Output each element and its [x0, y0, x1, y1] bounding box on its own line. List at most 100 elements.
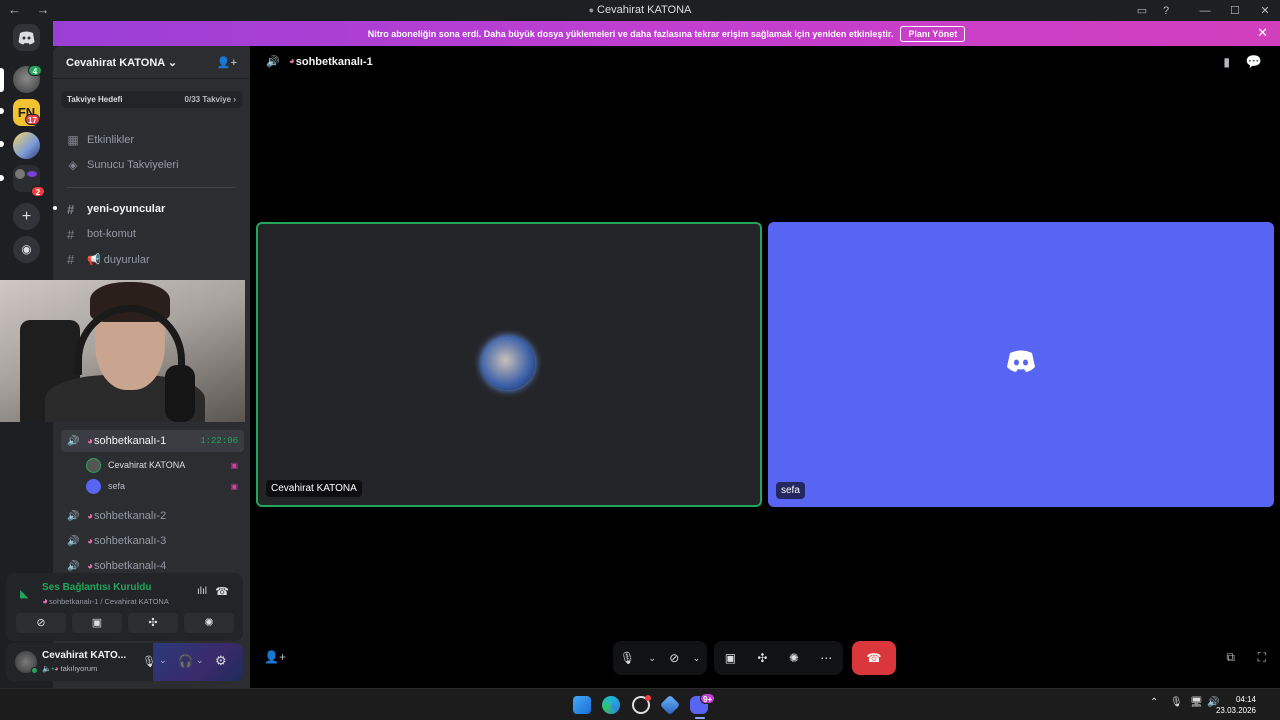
add-server-icon[interactable]: +	[13, 203, 40, 230]
edge-browser-icon[interactable]	[602, 696, 620, 714]
voice-user-cevahirat[interactable]: Cevahirat KATONA ▣	[86, 455, 244, 475]
boost-goal-label: Takviye Hedefi	[67, 95, 123, 104]
server-header[interactable]: Cevahirat KATONA ⌄ 👤+	[53, 46, 250, 79]
minimize-button[interactable]: —	[1190, 5, 1220, 17]
avatar	[86, 478, 101, 494]
clock-time: 04:14	[1235, 695, 1256, 704]
guild-badge-2: 2	[31, 186, 45, 197]
participant-name-label: sefa	[776, 482, 805, 499]
participant-tile-sefa[interactable]: sefa	[768, 222, 1274, 507]
text-channel-duyurular[interactable]: # 📢 duyurular	[61, 248, 244, 270]
voice-user-sefa[interactable]: sefa ▣	[86, 476, 244, 496]
activities-icon[interactable]: ✣	[757, 651, 767, 665]
maximize-button[interactable]: ☐	[1220, 4, 1250, 17]
network-icon[interactable]: 🖥	[1190, 697, 1203, 708]
calendar-icon: ▦	[67, 133, 79, 147]
channel-label: sohbetkanalı-4	[94, 560, 167, 572]
tray-microphone-icon[interactable]: 🎙	[1170, 697, 1183, 708]
participant-tile-cevahirat[interactable]: Cevahirat KATONA	[256, 222, 762, 507]
more-options-icon[interactable]: ⋯	[820, 651, 832, 665]
user-name[interactable]: Cevahirat KATO...	[42, 650, 126, 661]
window-title: ● Cevahirat KATONA	[0, 4, 1280, 16]
soundboard-button[interactable]: ✺	[184, 613, 234, 633]
activities-button[interactable]: ✣	[128, 613, 178, 633]
chevron-down-icon[interactable]: ⌄	[196, 655, 204, 666]
events-item[interactable]: ▦ Etkinlikler	[66, 131, 134, 149]
discord-home-icon[interactable]	[13, 24, 40, 51]
activity-control-group: ▣ ✣ ✺ ⋯	[714, 641, 843, 675]
bookmark-icon[interactable]: ▮	[1223, 55, 1230, 69]
soundboard-icon[interactable]: ✺	[789, 651, 799, 665]
channel-label: 📢 duyurular	[87, 253, 150, 266]
invite-people-icon[interactable]: 👤+	[217, 56, 237, 69]
server-name-text: Cevahirat KATONA	[66, 56, 165, 69]
clock-date: 23.03.2026	[1215, 706, 1256, 715]
inbox-icon[interactable]: ▭	[1130, 4, 1154, 17]
hashtag-icon: #	[67, 251, 75, 267]
manage-plan-button[interactable]: Planı Yönet	[900, 25, 966, 42]
speaker-icon: 🔈•	[42, 664, 54, 673]
explore-servers-icon[interactable]: ◉	[13, 236, 40, 263]
chevron-down-icon[interactable]: ⌄	[648, 653, 656, 664]
streaming-icon: ▣	[230, 481, 238, 491]
guild-badge-4: 4	[28, 65, 42, 76]
microphone-icon[interactable]: 🎙	[620, 651, 635, 665]
banner-text: Nitro aboneliğin sona erdi. Daha büyük d…	[367, 28, 894, 39]
chevron-down-icon[interactable]: ⌄	[693, 653, 701, 664]
discord-taskbar-badge: 9+	[700, 693, 716, 704]
chevron-down-icon: ⌄	[167, 56, 178, 69]
voice-channel-sohbetkanali-1[interactable]: 🔊 ◕ sohbetkanalı-1 1:22:06	[61, 430, 244, 452]
window-titlebar: ← → ● Cevahirat KATONA ▭ ? — ☐ ✕	[0, 0, 1280, 21]
boost-goal[interactable]: Takviye Hedefi 0/33 Takviye ›	[61, 91, 242, 108]
signal-icon[interactable]: ◣	[20, 587, 28, 600]
mic-control-group: 🎙 ⌄ ⊘ ⌄	[613, 641, 707, 675]
camera-off-icon[interactable]: ⊘	[669, 651, 679, 665]
emoji-icon: ◕	[53, 664, 59, 673]
cube-app-icon[interactable]	[659, 694, 681, 716]
screen-share-icon[interactable]: ▣	[725, 651, 736, 665]
window-title-text: Cevahirat KATONA	[597, 4, 692, 16]
disconnect-icon[interactable]: ☎	[215, 585, 229, 598]
screen-share-button[interactable]: ▣	[72, 613, 122, 633]
noise-suppression-icon[interactable]: ılıl	[197, 586, 207, 597]
popout-icon[interactable]: ⧉	[1226, 650, 1235, 665]
microphone-icon[interactable]: 🎙	[142, 655, 156, 668]
voice-channel-sohbetkanali-2[interactable]: 🔊 ◕ sohbetkanalı-2	[61, 505, 244, 527]
emoji-icon: ◕	[87, 510, 94, 522]
close-banner-icon[interactable]: ✕	[1257, 25, 1268, 41]
server-boosts-item[interactable]: ◈ Sunucu Takviyeleri	[66, 156, 178, 174]
invite-to-voice-icon[interactable]: 👤+	[264, 650, 286, 664]
emoji-icon: ◕	[87, 435, 94, 447]
leave-call-button[interactable]: ☎	[852, 641, 896, 675]
channel-label: yeni-oyuncular	[87, 203, 166, 215]
user-panel: Cevahirat KATO... 🔈•◕ takılıyorum 🎙 ⌄ 🎧 …	[6, 643, 243, 681]
fullscreen-icon[interactable]: ⛶	[1258, 650, 1266, 665]
system-clock[interactable]: 04:14 23.03.2026	[1216, 694, 1256, 716]
guild-icon-anime[interactable]	[13, 132, 40, 159]
text-channel-bot-komut[interactable]: # bot-komut	[61, 223, 244, 245]
gear-icon[interactable]: ⚙	[215, 653, 227, 669]
windows-start-icon[interactable]	[573, 696, 591, 714]
unread-pill	[0, 108, 4, 114]
voice-channel-sohbetkanali-3[interactable]: 🔊 ◕ sohbetkanalı-3	[61, 530, 244, 552]
speaker-icon: 🔊	[266, 56, 280, 68]
text-channel-yeni-oyuncular[interactable]: # yeni-oyuncular	[61, 198, 244, 220]
voice-location-text: sohbetkanalı-1 / Cevahirat KATONA	[49, 597, 169, 606]
channel-label: sohbetkanalı-3	[94, 535, 167, 547]
chat-bubble-icon[interactable]: 💬	[1246, 54, 1262, 70]
headphones-icon[interactable]: 🎧	[178, 654, 193, 668]
participant-name-label: Cevahirat KATONA	[266, 480, 362, 497]
chevron-down-icon[interactable]: ⌄	[159, 655, 167, 666]
unread-pill	[0, 141, 4, 147]
help-icon[interactable]: ?	[1154, 5, 1178, 17]
speaker-icon: 🔊	[67, 435, 80, 447]
unread-dot	[53, 206, 57, 210]
camera-off-button[interactable]: ⊘	[16, 613, 66, 633]
voice-status[interactable]: Ses Bağlantısı Kuruldu	[42, 582, 151, 593]
voice-main-area: 🔊 ◕ sohbetkanalı-1 ▮ 💬 Cevahirat KATONA …	[250, 46, 1280, 688]
speaker-icon: 🔊	[67, 510, 80, 522]
tray-overflow-icon[interactable]: ⌃	[1150, 697, 1158, 708]
close-window-button[interactable]: ✕	[1250, 4, 1280, 17]
streaming-icon: ▣	[230, 460, 238, 470]
channel-label: bot-komut	[87, 228, 136, 240]
